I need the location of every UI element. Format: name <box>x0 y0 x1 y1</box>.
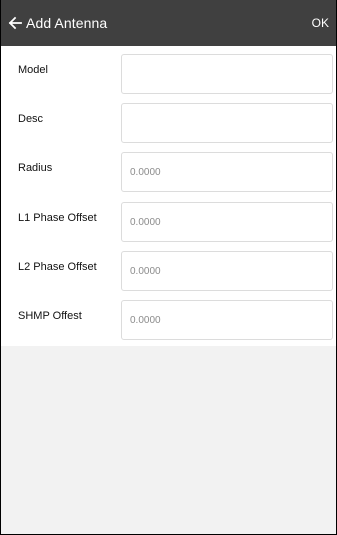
ok-button[interactable]: OK <box>312 16 336 30</box>
title-bar: Add Antenna OK <box>1 0 336 46</box>
form-row-l1-phase-offset: L1 Phase Offset <box>1 194 336 243</box>
shmp-offset-input[interactable] <box>121 300 333 340</box>
form-row-l2-phase-offset: L2 Phase Offset <box>1 243 336 292</box>
l1-phase-offset-label: L1 Phase Offset <box>18 212 97 224</box>
radius-label: Radius <box>18 162 53 174</box>
form-row-desc: Desc <box>1 95 336 144</box>
shmp-offset-label: SHMP Offest <box>18 310 82 322</box>
model-label: Model <box>18 64 48 76</box>
form-row-radius: Radius <box>1 144 336 193</box>
l2-phase-offset-input[interactable] <box>121 251 333 291</box>
back-button[interactable] <box>1 0 26 46</box>
page-title: Add Antenna <box>26 15 108 31</box>
desc-label: Desc <box>18 113 44 125</box>
l1-phase-offset-input[interactable] <box>121 202 333 242</box>
form-row-shmp-offset: SHMP Offest <box>1 292 336 341</box>
model-input[interactable] <box>121 54 333 94</box>
app-screen: Add Antenna OK Model Desc Radius L1 Phas… <box>0 0 337 535</box>
l2-phase-offset-label: L2 Phase Offset <box>18 261 97 273</box>
radius-input[interactable] <box>121 152 333 192</box>
antenna-form: Model Desc Radius L1 Phase Offset L2 Pha… <box>1 46 336 346</box>
desc-input[interactable] <box>121 103 333 143</box>
form-row-model: Model <box>1 46 336 95</box>
arrow-left-icon <box>8 16 22 30</box>
